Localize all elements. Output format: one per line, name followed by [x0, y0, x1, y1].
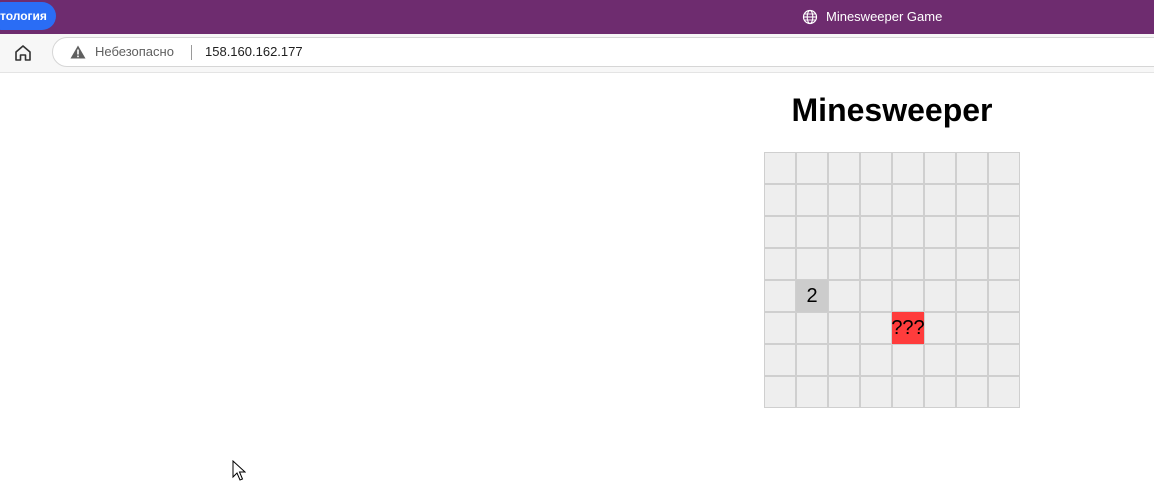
url-text[interactable]: 158.160.162.177: [205, 44, 303, 60]
cell[interactable]: [988, 152, 1020, 184]
browser-toolbar: Небезопасно 158.160.162.177: [0, 34, 1154, 73]
cell[interactable]: [892, 344, 924, 376]
cell[interactable]: [956, 376, 988, 408]
cell[interactable]: [764, 280, 796, 312]
page-title: Minesweeper: [791, 92, 993, 128]
cell[interactable]: [956, 152, 988, 184]
cell[interactable]: [924, 312, 956, 344]
cell[interactable]: [860, 184, 892, 216]
cell[interactable]: [860, 312, 892, 344]
cell[interactable]: [796, 344, 828, 376]
cell[interactable]: [892, 248, 924, 280]
cell[interactable]: [828, 152, 860, 184]
cell[interactable]: [796, 248, 828, 280]
globe-icon: [802, 9, 818, 25]
cell[interactable]: [764, 152, 796, 184]
cell[interactable]: [892, 152, 924, 184]
cell[interactable]: [828, 344, 860, 376]
cell[interactable]: [956, 216, 988, 248]
cell[interactable]: [924, 216, 956, 248]
cell[interactable]: [924, 184, 956, 216]
window-title-text: Minesweeper Game: [826, 9, 943, 24]
tab-group-pill[interactable]: тология: [0, 2, 56, 30]
cell[interactable]: [860, 376, 892, 408]
cell[interactable]: [892, 184, 924, 216]
cell[interactable]: [860, 152, 892, 184]
cell[interactable]: [956, 312, 988, 344]
cell[interactable]: [988, 248, 1020, 280]
cell[interactable]: [924, 152, 956, 184]
cell[interactable]: [988, 376, 1020, 408]
cell[interactable]: [924, 344, 956, 376]
cell[interactable]: [860, 216, 892, 248]
cell[interactable]: [988, 216, 1020, 248]
cell[interactable]: [860, 248, 892, 280]
cell[interactable]: [828, 216, 860, 248]
browser-titlebar: тология Minesweeper Game: [0, 0, 1154, 34]
cell[interactable]: [924, 248, 956, 280]
cell[interactable]: [924, 280, 956, 312]
cell[interactable]: [796, 312, 828, 344]
address-bar[interactable]: Небезопасно 158.160.162.177: [52, 37, 1154, 67]
cell[interactable]: [988, 184, 1020, 216]
cell[interactable]: [924, 376, 956, 408]
mouse-pointer-icon: [232, 460, 246, 481]
cell[interactable]: [828, 376, 860, 408]
address-divider: [191, 45, 192, 60]
cell[interactable]: [828, 184, 860, 216]
cell[interactable]: [828, 280, 860, 312]
security-label[interactable]: Небезопасно: [95, 44, 174, 60]
cell[interactable]: [956, 184, 988, 216]
cell[interactable]: [988, 344, 1020, 376]
cell[interactable]: [956, 344, 988, 376]
cell[interactable]: [764, 248, 796, 280]
cell[interactable]: [796, 376, 828, 408]
cell[interactable]: [860, 344, 892, 376]
window-title: Minesweeper Game: [802, 8, 942, 26]
cell[interactable]: [796, 184, 828, 216]
cell[interactable]: [892, 280, 924, 312]
cell[interactable]: [988, 312, 1020, 344]
cell[interactable]: [764, 216, 796, 248]
cell-revealed[interactable]: 2: [796, 280, 828, 312]
cell[interactable]: [828, 312, 860, 344]
warning-icon[interactable]: [70, 45, 86, 59]
cell[interactable]: [828, 248, 860, 280]
cell-mine[interactable]: ???: [891, 312, 925, 344]
cell[interactable]: [956, 248, 988, 280]
cell[interactable]: [988, 280, 1020, 312]
cell[interactable]: [892, 216, 924, 248]
cell[interactable]: [796, 216, 828, 248]
cell[interactable]: [764, 312, 796, 344]
cell[interactable]: [796, 152, 828, 184]
cell[interactable]: [956, 280, 988, 312]
home-icon[interactable]: [12, 42, 34, 64]
cell[interactable]: [860, 280, 892, 312]
minesweeper-board: 2???: [764, 152, 1020, 408]
cell[interactable]: [764, 344, 796, 376]
cell[interactable]: [892, 376, 924, 408]
cell[interactable]: [764, 184, 796, 216]
cell[interactable]: [764, 376, 796, 408]
